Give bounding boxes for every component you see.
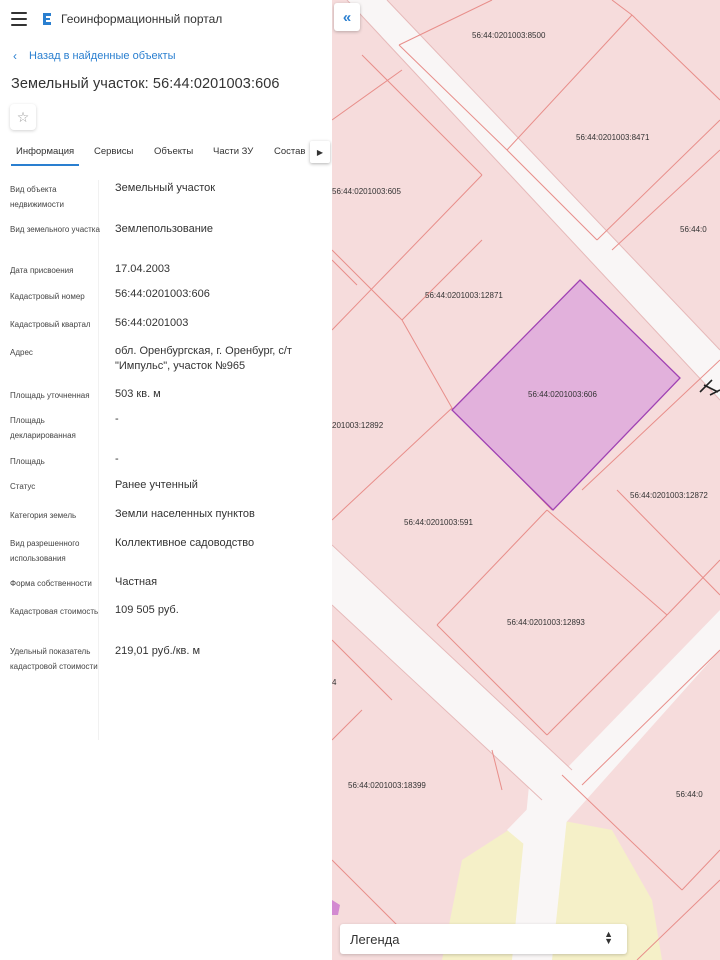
legend-dropdown[interactable]: Легенда ▲ ▼	[340, 924, 627, 954]
prop-label: Дата присвоения	[10, 266, 74, 275]
tab-bar: Информация Сервисы Объекты Части ЗУ Сост…	[0, 141, 332, 166]
portal-title: Геоинформационный портал	[61, 12, 223, 26]
prop-value: 109 505 руб.	[115, 604, 179, 616]
parcel-label: 56:44:0201003:18399	[348, 781, 426, 790]
prop-label: Площадь уточненная	[10, 391, 90, 400]
object-title: Земельный участок: 56:44:0201003:606	[11, 76, 280, 92]
parcel-label: 56:44:0201003:12872	[630, 491, 708, 500]
prop-value: 219,01 руб./кв. м	[115, 645, 201, 657]
parcel-label: 56:44:0201003:12871	[425, 291, 503, 300]
tab-objects[interactable]: Объекты	[154, 146, 193, 157]
prop-value: Ранее учтенный	[115, 479, 198, 491]
prop-label: Кадастровая стоимость	[10, 607, 99, 616]
prop-label: Адрес	[10, 348, 33, 357]
prop-label: Категория земель	[10, 511, 77, 520]
info-panel: Геоинформационный портал ‹ Назад в найде…	[0, 0, 332, 960]
parcel-label: 56:44:0201003:8471	[576, 133, 650, 142]
parcel-label: 4	[332, 678, 337, 687]
map-canvas[interactable]: 56:44:0201003:8500 56:44:0201003:8471 56…	[332, 0, 720, 960]
back-to-results-link[interactable]: ‹ Назад в найденные объекты	[13, 49, 176, 63]
prop-value: -	[115, 453, 119, 465]
prop-label: Удельный показатель кадастровой стоимост…	[10, 647, 98, 671]
prop-value: 503 кв. м	[115, 388, 161, 400]
tab-parts[interactable]: Части ЗУ	[213, 146, 253, 157]
double-chevron-left-icon: «	[342, 8, 352, 26]
portal-logo-icon	[43, 13, 51, 25]
prop-label: Форма собственности	[10, 579, 92, 588]
prop-label: Вид объекта недвижимости	[10, 185, 64, 209]
parcel-label: 56:44:0201003:605	[332, 187, 402, 196]
back-link-label: Назад в найденные объекты	[29, 50, 176, 62]
prop-value: 17.04.2003	[115, 263, 171, 275]
star-icon: ☆	[16, 108, 30, 125]
tab-composition[interactable]: Состав	[274, 146, 305, 157]
prop-value: -	[115, 413, 119, 425]
parcel-label: 56:44:0	[680, 225, 707, 234]
parcel-label: 56:44:0201003:8500	[472, 31, 546, 40]
parcel-label: 56:44:0201003:591	[404, 518, 474, 527]
parcel-label: 56:44:0	[676, 790, 703, 799]
prop-value: Землепользование	[115, 223, 214, 235]
menu-icon[interactable]	[11, 12, 27, 26]
prop-value: Земли населенных пунктов	[115, 508, 255, 520]
parcel-label: 201003:12892	[332, 421, 384, 430]
tab-information[interactable]: Информация	[10, 146, 80, 166]
chevron-left-icon: ‹	[13, 49, 17, 63]
prop-label: Площадь	[10, 457, 45, 466]
properties-table: Вид объекта недвижимости Земельный участ…	[0, 172, 332, 742]
prop-value: 56:44:0201003:606	[115, 288, 210, 300]
tab-services[interactable]: Сервисы	[94, 146, 133, 157]
legend-label: Легенда	[350, 931, 400, 947]
prop-label: Статус	[10, 482, 36, 491]
prop-label: Вид разрешенного использования	[10, 539, 80, 563]
prop-value: обл. Оренбургская, г. Оренбург, с/т "Имп…	[115, 345, 292, 372]
parcel-label: 56:44:0201003:12893	[507, 618, 585, 627]
map-view[interactable]: 56:44:0201003:8500 56:44:0201003:8471 56…	[332, 0, 720, 960]
favorite-button[interactable]: ☆	[10, 104, 36, 130]
chevron-right-icon: ▶	[316, 147, 324, 157]
parcel-fragment	[332, 900, 340, 915]
parcel-label: 56:44:0201003:606	[528, 390, 598, 399]
prop-label: Вид земельного участка	[10, 225, 100, 234]
tabs-scroll-right-button[interactable]: ▶	[310, 141, 330, 163]
up-down-icon: ▲ ▼	[604, 929, 613, 946]
prop-label: Кадастровый квартал	[10, 320, 91, 329]
prop-value: Коллективное садоводство	[115, 537, 255, 549]
prop-value: Земельный участок	[115, 182, 216, 194]
prop-label: Площадь декларированная	[10, 416, 76, 440]
collapse-panel-button[interactable]: «	[334, 3, 360, 31]
prop-value: 56:44:0201003	[115, 317, 189, 329]
prop-label: Кадастровый номер	[10, 292, 85, 301]
prop-value: Частная	[115, 576, 158, 588]
top-bar: Геоинформационный портал	[0, 0, 332, 38]
